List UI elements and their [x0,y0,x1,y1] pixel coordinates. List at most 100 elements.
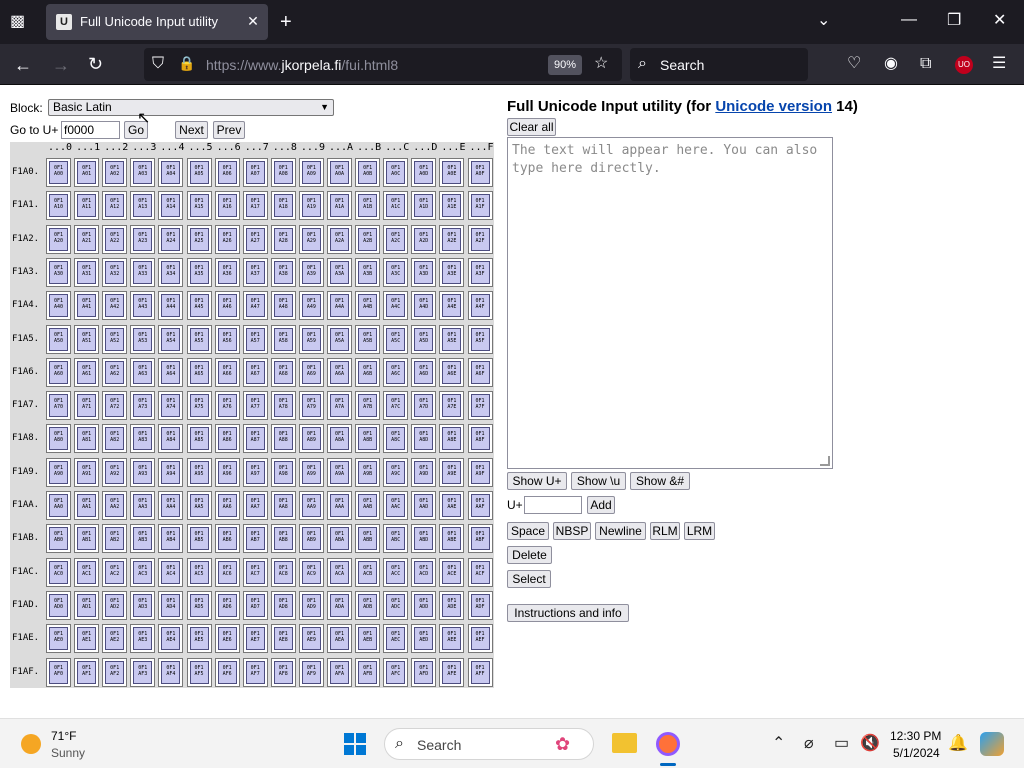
char-cell[interactable]: 0F1 A02 [102,158,128,187]
char-cell[interactable]: 0F1 A1C [383,191,409,221]
char-cell[interactable]: 0F1 A21 [74,224,100,254]
volume-muted-icon[interactable]: 🔇 [860,736,880,752]
char-cell[interactable]: 0F1 A63 [130,357,156,387]
char-cell[interactable]: 0F1 AAA [327,491,352,520]
show-backslash-u-button[interactable]: Show \u [571,472,626,490]
char-cell[interactable]: 0F1 A0C [383,158,409,187]
char-cell[interactable]: 0F1 A95 [186,457,212,487]
char-cell[interactable]: 0F1 A5E [439,324,465,354]
char-cell[interactable]: 0F1 A43 [130,291,156,321]
char-cell[interactable]: 0F1 A0B [355,158,381,187]
char-cell[interactable]: 0F1 A61 [74,357,100,387]
char-cell[interactable]: 0F1 A01 [74,158,100,187]
char-cell[interactable]: 0F1 AE2 [102,624,128,654]
char-cell[interactable]: 0F1 A3A [327,257,352,287]
copilot-icon[interactable] [980,732,1004,756]
char-cell[interactable]: 0F1 AE4 [158,624,184,654]
char-cell[interactable]: 0F1 A1F [467,191,493,221]
char-cell[interactable]: 0F1 AF4 [158,657,184,687]
char-cell[interactable]: 0F1 ABE [439,524,465,554]
char-cell[interactable]: 0F1 A28 [270,224,296,254]
bookmark-star-icon[interactable]: ☆ [594,56,608,72]
char-cell[interactable]: 0F1 A8A [327,424,352,454]
char-cell[interactable]: 0F1 A69 [298,357,324,387]
char-cell[interactable]: 0F1 AE5 [186,624,212,654]
char-cell[interactable]: 0F1 A8D [411,424,437,454]
char-cell[interactable]: 0F1 A6D [411,357,437,387]
char-cell[interactable]: 0F1 AE0 [46,624,71,654]
char-cell[interactable]: 0F1 A1E [439,191,465,221]
char-cell[interactable]: 0F1 A73 [130,391,156,421]
char-cell[interactable]: 0F1 AF9 [298,657,324,687]
char-cell[interactable]: 0F1 A31 [74,257,100,287]
browser-search-bar[interactable]: ⌕ Search [630,48,808,81]
show-hidden-icons-icon[interactable]: ⌃ [772,736,785,752]
char-cell[interactable]: 0F1 AA5 [186,491,212,520]
goto-input[interactable]: f0000 [61,121,120,139]
list-all-tabs-icon[interactable]: ⌄ [817,13,830,29]
char-cell[interactable]: 0F1 AFF [467,657,493,687]
char-cell[interactable]: 0F1 AB7 [242,524,268,554]
notification-bell-icon[interactable]: 🔔 [948,736,968,752]
back-icon[interactable]: ← [14,56,32,74]
char-cell[interactable]: 0F1 A17 [242,191,268,221]
char-cell[interactable]: 0F1 AF2 [102,657,128,687]
char-cell[interactable]: 0F1 AD7 [242,590,268,620]
char-cell[interactable]: 0F1 A70 [46,391,71,421]
char-cell[interactable]: 0F1 AA6 [214,491,240,520]
char-cell[interactable]: 0F1 A22 [102,224,128,254]
char-cell[interactable]: 0F1 A7A [327,391,352,421]
char-cell[interactable]: 0F1 A0E [439,158,465,187]
char-cell[interactable]: 0F1 AA4 [158,491,184,520]
char-cell[interactable]: 0F1 A98 [270,457,296,487]
menu-icon[interactable]: ☰ [992,56,1006,72]
char-cell[interactable]: 0F1 A6C [383,357,409,387]
char-cell[interactable]: 0F1 A26 [214,224,240,254]
char-cell[interactable]: 0F1 AA3 [130,491,156,520]
char-cell[interactable]: 0F1 A84 [158,424,184,454]
next-button[interactable]: Next [175,121,208,139]
char-cell[interactable]: 0F1 A4F [467,291,493,321]
char-cell[interactable]: 0F1 ABF [467,524,493,554]
char-cell[interactable]: 0F1 AD5 [186,590,212,620]
char-cell[interactable]: 0F1 AA9 [298,491,324,520]
char-cell[interactable]: 0F1 A3C [383,257,409,287]
char-cell[interactable]: 0F1 A10 [46,191,71,221]
char-cell[interactable]: 0F1 AF7 [242,657,268,687]
browser-tab[interactable]: U Full Unicode Input utility ✕ [46,4,268,40]
char-cell[interactable]: 0F1 A7E [439,391,465,421]
char-cell[interactable]: 0F1 AB3 [130,524,156,554]
char-cell[interactable]: 0F1 A4E [439,291,465,321]
char-cell[interactable]: 0F1 A24 [158,224,184,254]
char-cell[interactable]: 0F1 A37 [242,257,268,287]
char-cell[interactable]: 0F1 A03 [130,158,156,187]
char-cell[interactable]: 0F1 A3E [439,257,465,287]
char-cell[interactable]: 0F1 AD6 [214,590,240,620]
forward-icon[interactable]: → [52,56,70,74]
char-cell[interactable]: 0F1 A46 [214,291,240,321]
show-uplus-button[interactable]: Show U+ [507,472,567,490]
char-cell[interactable]: 0F1 A87 [242,424,268,454]
char-cell[interactable]: 0F1 AF8 [270,657,296,687]
char-cell[interactable]: 0F1 A30 [46,257,71,287]
char-cell[interactable]: 0F1 A1D [411,191,437,221]
char-cell[interactable]: 0F1 AEE [439,624,465,654]
char-cell[interactable]: 0F1 AAC [383,491,409,520]
char-cell[interactable]: 0F1 A00 [46,158,71,187]
char-cell[interactable]: 0F1 ABC [383,524,409,554]
close-window-icon[interactable]: ✕ [993,13,1006,29]
char-cell[interactable]: 0F1 A1A [327,191,352,221]
clear-all-button[interactable]: Clear all [507,118,556,136]
char-cell[interactable]: 0F1 A2B [355,224,381,254]
char-cell[interactable]: 0F1 A57 [242,324,268,354]
char-cell[interactable]: 0F1 A4B [355,291,381,321]
char-cell[interactable]: 0F1 AA8 [270,491,296,520]
show-amp-button[interactable]: Show &# [630,472,690,490]
char-cell[interactable]: 0F1 AEA [327,624,352,654]
char-cell[interactable]: 0F1 A39 [298,257,324,287]
char-cell[interactable]: 0F1 A81 [74,424,100,454]
char-cell[interactable]: 0F1 A78 [270,391,296,421]
char-cell[interactable]: 0F1 A82 [102,424,128,454]
space-button[interactable]: Space [507,522,549,540]
char-cell[interactable]: 0F1 A5A [327,324,352,354]
